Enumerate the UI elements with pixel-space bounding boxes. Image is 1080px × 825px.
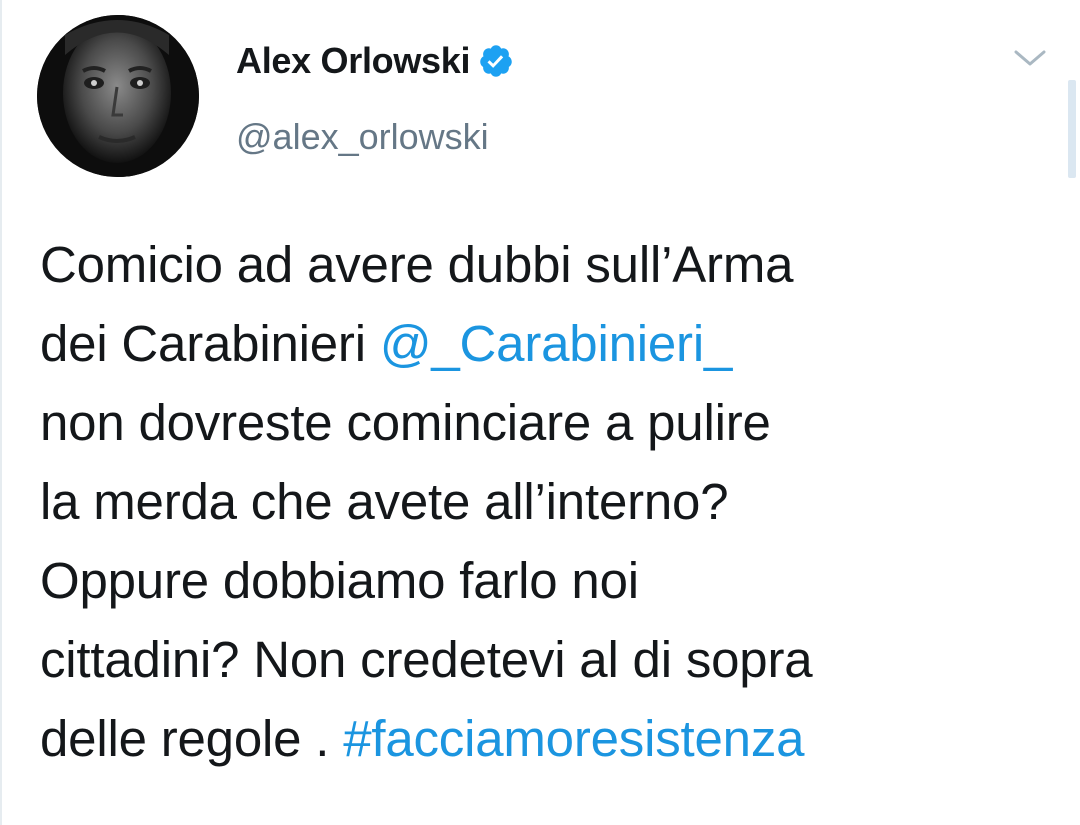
tweet-line: Comicio ad avere dubbi sull’Arma: [40, 236, 794, 293]
user-handle[interactable]: @alex_orlowski: [236, 116, 489, 158]
avatar-photo: [37, 15, 199, 177]
tweet-line-text: dei Carabinieri: [40, 315, 380, 372]
tweet-text: Comicio ad avere dubbi sull’Arma dei Car…: [40, 225, 1060, 778]
tweet-line: Oppure dobbiamo farlo noi: [40, 552, 639, 609]
hashtag-link[interactable]: #facciamoresistenza: [343, 710, 804, 767]
left-edge-divider: [0, 0, 2, 825]
tweet-line: dei Carabinieri @_Carabinieri_: [40, 304, 1060, 383]
mention-link[interactable]: @_Carabinieri_: [380, 315, 733, 372]
tweet-line: cittadini? Non credetevi al di sopra: [40, 631, 813, 688]
tweet-line: non dovreste cominciare a pulire: [40, 394, 771, 451]
scroll-indicator: [1068, 80, 1076, 178]
author-header[interactable]: Alex Orlowski: [236, 40, 514, 82]
display-name[interactable]: Alex Orlowski: [236, 40, 471, 82]
chevron-down-icon[interactable]: [1012, 46, 1048, 70]
tweet-line: delle regole . #facciamoresistenza: [40, 699, 1060, 778]
verified-badge-icon: [480, 45, 512, 77]
tweet-line: la merda che avete all’interno?: [40, 473, 729, 530]
avatar[interactable]: [37, 15, 199, 177]
tweet-line-text: delle regole .: [40, 710, 344, 767]
